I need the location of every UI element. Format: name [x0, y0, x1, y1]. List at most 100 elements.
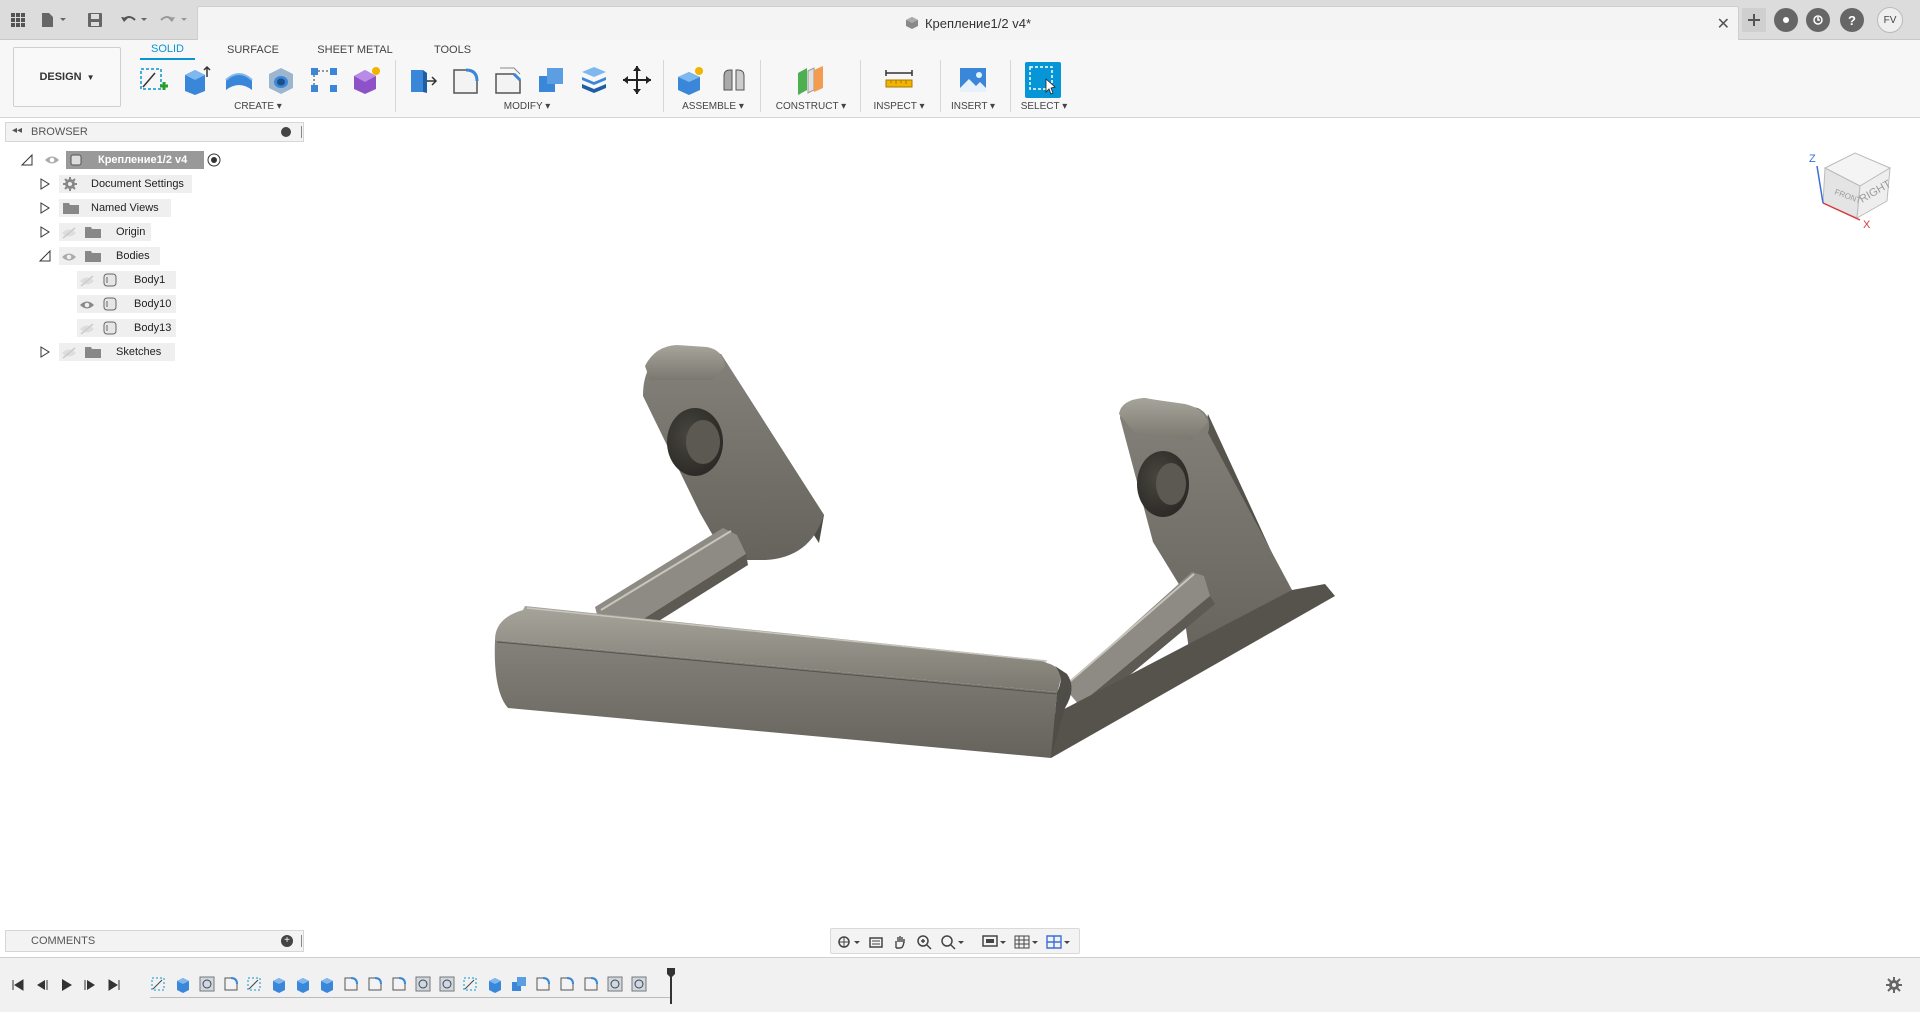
form-icon[interactable] [348, 62, 384, 98]
go-to-start-icon[interactable] [10, 977, 26, 993]
viewports-icon[interactable] [1045, 933, 1073, 951]
pattern-icon[interactable] [306, 62, 342, 98]
pan-icon[interactable] [891, 933, 909, 951]
tab-solid[interactable]: SOLID [140, 40, 195, 60]
timeline-feature-fillet-icon[interactable] [342, 975, 360, 993]
eye-hidden-icon[interactable] [79, 323, 95, 335]
document-tab[interactable]: Крепление1/2 v4* ✕ [197, 6, 1739, 40]
tree-item-sketches[interactable]: Sketches [0, 342, 320, 362]
expand-triangle-icon[interactable] [38, 345, 52, 359]
tree-item-body10[interactable]: Body10 [0, 294, 320, 314]
collapse-triangle-icon[interactable] [38, 249, 52, 263]
redo-icon[interactable] [158, 9, 192, 31]
eye-icon[interactable] [61, 251, 77, 263]
fit-icon[interactable] [939, 933, 967, 951]
orbit-icon[interactable] [835, 933, 863, 951]
eye-hidden-icon[interactable] [61, 347, 77, 359]
go-to-end-icon[interactable] [106, 977, 122, 993]
select-icon[interactable] [1025, 62, 1061, 98]
activate-radio-icon[interactable] [207, 153, 221, 167]
select-menu[interactable]: SELECT ▾ [1014, 101, 1074, 112]
timeline-feature-fillet-icon[interactable] [534, 975, 552, 993]
panel-resize-handle[interactable] [301, 935, 303, 947]
timeline-feature-sketch-icon[interactable] [150, 975, 168, 993]
timeline-feature-extrude-icon[interactable] [486, 975, 504, 993]
offset-plane-icon[interactable] [792, 62, 828, 98]
tree-item-bodies[interactable]: Bodies [0, 246, 320, 266]
construct-menu[interactable]: CONSTRUCT ▾ [772, 101, 850, 112]
timeline-feature-fillet-icon[interactable] [558, 975, 576, 993]
chamfer-icon[interactable] [490, 62, 526, 98]
tree-root-component[interactable]: Крепление1/2 v4 [0, 150, 320, 170]
display-settings-icon[interactable] [981, 933, 1009, 951]
measure-icon[interactable] [881, 62, 917, 98]
job-status-icon[interactable] [1806, 8, 1830, 32]
modify-menu[interactable]: MODIFY ▾ [497, 101, 557, 112]
comments-panel[interactable]: COMMENTS + [5, 930, 304, 952]
expand-triangle-icon[interactable] [38, 177, 52, 191]
timeline-feature-fillet-icon[interactable] [222, 975, 240, 993]
look-at-icon[interactable] [867, 933, 885, 951]
save-icon[interactable] [84, 9, 106, 31]
timeline-feature-hole-icon[interactable] [198, 975, 216, 993]
panel-resize-handle[interactable] [301, 126, 303, 138]
add-comment-icon[interactable]: + [281, 935, 293, 947]
timeline-feature-extrude-icon[interactable] [318, 975, 336, 993]
timeline-marker[interactable] [667, 968, 675, 1004]
view-cube[interactable]: FRONT RIGHT Z X [1795, 148, 1895, 238]
split-body-icon[interactable] [576, 62, 612, 98]
file-menu-icon[interactable] [38, 9, 70, 31]
tree-item-document-settings[interactable]: Document Settings [0, 174, 320, 194]
apps-grid-icon[interactable] [7, 9, 29, 31]
timeline-feature-combine-icon[interactable] [510, 975, 528, 993]
tree-item-origin[interactable]: Origin [0, 222, 320, 242]
expand-triangle-icon[interactable] [38, 201, 52, 215]
timeline-feature-hole-icon[interactable] [414, 975, 432, 993]
tab-sheet-metal[interactable]: SHEET METAL [312, 40, 398, 60]
close-tab-icon[interactable]: ✕ [1717, 14, 1730, 34]
collapse-triangle-icon[interactable] [20, 153, 34, 167]
tree-item-body1[interactable]: Body1 [0, 270, 320, 290]
3d-viewport[interactable]: FRONT RIGHT Z X [305, 118, 1920, 924]
timeline-settings-icon[interactable] [1886, 977, 1902, 993]
revolve-icon[interactable] [221, 62, 257, 98]
expand-triangle-icon[interactable] [38, 225, 52, 239]
timeline-feature-extrude-icon[interactable] [270, 975, 288, 993]
insert-image-icon[interactable] [955, 62, 991, 98]
new-tab-icon[interactable] [1742, 8, 1766, 32]
inspect-menu[interactable]: INSPECT ▾ [868, 101, 930, 112]
timeline-feature-sketch-icon[interactable] [462, 975, 480, 993]
tab-tools[interactable]: TOOLS [425, 40, 480, 60]
create-menu[interactable]: CREATE ▾ [228, 101, 288, 112]
timeline-feature-sketch-icon[interactable] [246, 975, 264, 993]
tab-surface[interactable]: SURFACE [222, 40, 284, 60]
workspace-switcher[interactable]: DESIGN ▼ [13, 47, 121, 107]
new-component-icon[interactable] [672, 62, 708, 98]
create-sketch-icon[interactable] [136, 62, 172, 98]
zoom-icon[interactable] [915, 933, 933, 951]
timeline-feature-hole-icon[interactable] [438, 975, 456, 993]
timeline-feature-fillet-icon[interactable] [582, 975, 600, 993]
move-copy-icon[interactable] [619, 62, 655, 98]
timeline-feature-fillet-icon[interactable] [366, 975, 384, 993]
extensions-icon[interactable] [1774, 8, 1798, 32]
timeline-feature-extrude-icon[interactable] [294, 975, 312, 993]
eye-hidden-icon[interactable] [79, 275, 95, 287]
timeline-feature-fillet-icon[interactable] [390, 975, 408, 993]
shell-icon[interactable] [533, 62, 569, 98]
collapse-panel-icon[interactable]: ◂◂ [12, 125, 22, 136]
timeline-feature-hole-icon[interactable] [606, 975, 624, 993]
eye-icon[interactable] [44, 154, 60, 166]
timeline-feature-extrude-icon[interactable] [174, 975, 192, 993]
joint-icon[interactable] [716, 62, 752, 98]
press-pull-icon[interactable] [404, 62, 440, 98]
undo-icon[interactable] [118, 9, 152, 31]
step-back-icon[interactable] [34, 977, 50, 993]
fillet-icon[interactable] [447, 62, 483, 98]
grid-settings-icon[interactable] [1013, 933, 1041, 951]
browser-panel-header[interactable]: ◂◂ BROWSER [5, 122, 304, 142]
step-forward-icon[interactable] [82, 977, 98, 993]
extrude-icon[interactable] [178, 62, 214, 98]
assemble-menu[interactable]: ASSEMBLE ▾ [678, 101, 748, 112]
hole-icon[interactable] [263, 62, 299, 98]
